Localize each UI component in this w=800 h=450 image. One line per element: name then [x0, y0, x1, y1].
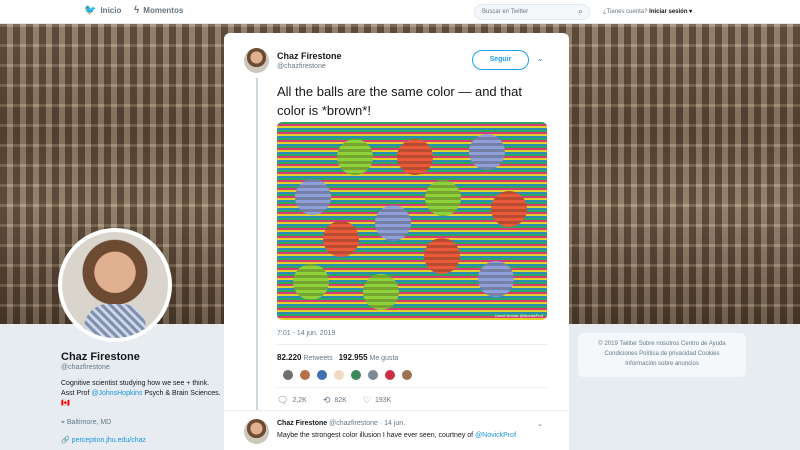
search-input[interactable]: Buscar en Twitter ⌕: [474, 4, 590, 20]
nav-home-label: Inicio: [100, 6, 122, 15]
tweet-modal: Chaz Firestone @chazfirestone Seguir ⌄ A…: [224, 33, 569, 450]
account-prompt: ¿Tienes cuenta? Iniciar sesión ▾: [603, 8, 692, 15]
likes-label: Me gusta: [369, 355, 399, 362]
chevron-down-icon[interactable]: ⌄: [537, 54, 544, 63]
liker-avatar[interactable]: [384, 369, 396, 381]
reply-mention[interactable]: @NovickProf: [475, 432, 516, 439]
blue-ball: [375, 205, 411, 241]
liker-avatar[interactable]: [316, 369, 328, 381]
green-ball: [425, 180, 461, 216]
profile-location: ⌖ Baltimore, MD: [61, 419, 221, 427]
blue-ball: [295, 179, 331, 215]
reply-date[interactable]: 14 jun.: [384, 420, 405, 427]
tweet-author-avatar[interactable]: [244, 48, 269, 73]
tweet-timestamp[interactable]: 7:01 - 14 jun. 2019: [277, 330, 335, 337]
liker-avatar[interactable]: [401, 369, 413, 381]
retweet-icon: ⟲: [322, 395, 331, 405]
search-placeholder: Buscar en Twitter: [482, 9, 529, 15]
reply-header: Chaz Firestone @chazfirestone · 14 jun.: [277, 420, 406, 427]
liker-avatar[interactable]: [282, 369, 294, 381]
blue-ball: [469, 134, 505, 170]
reply-author-avatar[interactable]: [244, 419, 269, 444]
profile-card: Chaz Firestone @chazfirestone Cognitive …: [61, 351, 221, 444]
profile-bio: Cognitive scientist studying how we see …: [61, 379, 221, 409]
liker-avatars: [282, 369, 413, 381]
bio-link[interactable]: @JohnsHopkins: [91, 390, 142, 397]
reply-author-handle[interactable]: @chazfirestone: [329, 420, 378, 427]
green-ball: [363, 274, 399, 310]
search-icon[interactable]: ⌕: [578, 6, 583, 17]
green-ball: [293, 264, 329, 300]
likes-count: 192.955: [338, 353, 368, 362]
reply-count: 2,2K: [292, 397, 307, 404]
likes-stat[interactable]: 192.955 Me gusta: [339, 353, 399, 362]
reply-author-name[interactable]: Chaz Firestone: [277, 420, 327, 427]
lightning-icon: ϟ: [134, 5, 140, 16]
login-link[interactable]: Iniciar sesión ▾: [649, 9, 692, 15]
divider: [277, 387, 547, 388]
profile-avatar[interactable]: [58, 228, 172, 342]
retweets-stat[interactable]: 82.220 Retweets: [277, 353, 333, 362]
website-text[interactable]: perception.jhu.edu/chaz: [72, 437, 146, 444]
retweet-count: 82K: [334, 397, 347, 404]
liker-avatar[interactable]: [367, 369, 379, 381]
footer-links: © 2019 Twitter Sobre nosotros Centro de …: [578, 333, 746, 377]
liker-avatar[interactable]: [299, 369, 311, 381]
profile-website[interactable]: 🔗 perception.jhu.edu/chaz: [61, 436, 221, 444]
tweet-image[interactable]: David Novick @NovickProf: [277, 122, 547, 320]
thread-line: [256, 78, 258, 421]
nav-moments[interactable]: ϟ Momentos: [134, 5, 183, 16]
reply-tweet[interactable]: Chaz Firestone @chazfirestone · 14 jun. …: [224, 410, 569, 450]
blue-ball: [478, 261, 514, 297]
location-text: Baltimore, MD: [66, 419, 112, 426]
reply-body: Maybe the strongest color illusion I hav…: [277, 432, 476, 439]
liker-avatar[interactable]: [350, 369, 362, 381]
like-action[interactable]: ♡ 193K: [363, 395, 391, 406]
color-illusion-balls: [293, 134, 527, 310]
reply-action[interactable]: 🗨 2,2K: [277, 395, 307, 406]
tweet-author-handle[interactable]: @chazfirestone: [277, 63, 326, 70]
top-navigation-bar: 🐦 Inicio ϟ Momentos Buscar en Twitter ⌕ …: [0, 0, 800, 24]
tweet-actions: 🗨 2,2K ⟲ 82K ♡ 193K: [277, 395, 391, 406]
image-credit: David Novick @NovickProf: [495, 313, 543, 318]
red-ball: [397, 139, 433, 175]
retweets-label: Retweets: [303, 355, 333, 362]
red-ball: [491, 191, 527, 227]
red-ball: [323, 221, 359, 257]
nav-moments-label: Momentos: [143, 6, 184, 15]
profile-name[interactable]: Chaz Firestone: [61, 351, 221, 363]
account-question: ¿Tienes cuenta?: [603, 9, 648, 15]
link-icon: 🔗: [61, 437, 72, 444]
follow-button[interactable]: Seguir: [472, 50, 529, 70]
tweet-author-name[interactable]: Chaz Firestone: [277, 51, 342, 61]
like-count: 193K: [374, 397, 392, 404]
tweet-text: All the balls are the same color — and t…: [277, 84, 522, 118]
divider: [277, 344, 547, 345]
red-ball: [424, 238, 460, 274]
heart-icon: ♡: [362, 395, 371, 405]
green-ball: [337, 139, 373, 175]
chevron-down-icon[interactable]: ⌄: [537, 420, 543, 428]
reply-text: Maybe the strongest color illusion I hav…: [277, 432, 516, 439]
retweets-count: 82.220: [277, 353, 302, 362]
twitter-bird-icon: 🐦: [84, 5, 97, 16]
retweet-action[interactable]: ⟲ 82K: [323, 395, 347, 406]
tweet-stats: 82.220 Retweets 192.955 Me gusta: [277, 353, 398, 362]
liker-avatar[interactable]: [333, 369, 345, 381]
nav-home[interactable]: 🐦 Inicio: [84, 5, 121, 16]
footer-line-2[interactable]: Condiciones Política de privacidad Cooki…: [578, 349, 746, 359]
profile-handle[interactable]: @chazfirestone: [61, 364, 221, 371]
footer-line-3[interactable]: Información sobre anuncios: [578, 359, 746, 369]
reply-icon: 🗨: [277, 395, 289, 405]
footer-line-1[interactable]: © 2019 Twitter Sobre nosotros Centro de …: [578, 339, 746, 349]
